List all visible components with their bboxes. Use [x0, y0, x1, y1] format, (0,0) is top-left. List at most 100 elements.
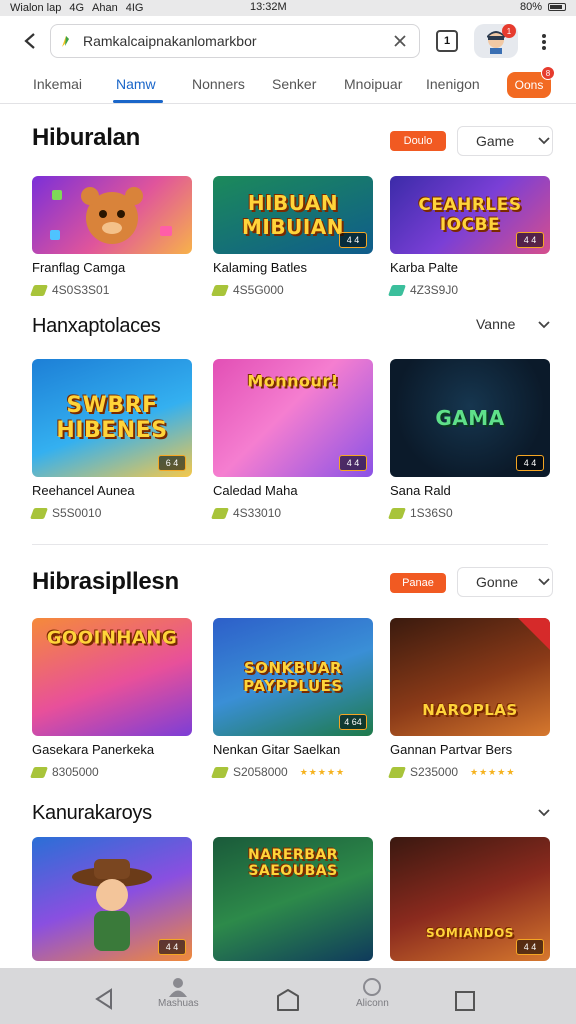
game-card[interactable]: NARERBAR SAEOUBAS — [213, 837, 373, 961]
game-thumbnail: GOOINHANG — [32, 618, 192, 736]
thumbnail-title: GOOINHANG — [46, 627, 178, 649]
address-bar[interactable]: Ramkalcaipnakanlomarkbor — [50, 24, 420, 58]
browser-toolbar: Ramkalcaipnakanlomarkbor 1 1 — [0, 16, 576, 66]
game-card[interactable]: SWBRF HIBENES 6 4 Reehancel Aunea S5S001… — [29, 359, 192, 520]
section-pill[interactable]: Doulo — [390, 131, 446, 151]
section-title-hiburalan: Hiburalan — [32, 124, 140, 151]
thumbnail-badge: 4 4 — [516, 939, 544, 955]
tabs-button[interactable]: 1 — [436, 30, 458, 52]
game-meta: S2058000 ★★★★★ — [210, 765, 373, 779]
category-tabs: Inkemai Namw Nonners Senker Mnoipuar Ine… — [0, 66, 576, 104]
battery-percent: 80% — [519, 1, 542, 13]
tab-nonners[interactable]: Nonners — [192, 76, 245, 92]
thumbnail-badge: 4 4 — [158, 939, 186, 955]
thumbnail-title: SOMIANDOS — [426, 926, 514, 940]
game-meta: 4S33010 — [210, 506, 373, 520]
tab-senker[interactable]: Senker — [272, 76, 316, 92]
gem-icon — [387, 284, 407, 296]
rating-stars: ★★★★★ — [299, 766, 346, 777]
game-thumbnail: SOMIANDOS 4 4 — [390, 837, 550, 961]
home-icon — [277, 989, 299, 1011]
game-card[interactable]: SOMIANDOS 4 4 — [390, 837, 550, 961]
game-thumbnail — [32, 176, 192, 254]
game-card[interactable]: CEAHRLES IOCBE 4 4 Karba Palte 4Z3S9J0 — [387, 176, 550, 297]
game-card[interactable]: 4 4 — [32, 837, 192, 961]
game-name: Nenkan Gitar Saelkan — [213, 742, 341, 757]
avatar[interactable]: 1 — [474, 24, 518, 58]
game-card[interactable]: GOOINHANG Gasekara Panerkeka 8305000 — [29, 618, 192, 779]
game-card[interactable]: HIBUAN MIBUIAN 4 4 Kalaming Batles 4S5G0… — [210, 176, 373, 297]
gem-icon — [210, 766, 230, 778]
nav-recents-button[interactable] — [454, 990, 476, 1012]
signal-text: 4IG — [125, 2, 144, 14]
chevron-down-icon[interactable] — [536, 805, 552, 821]
game-meta: 1S36S0 — [387, 506, 550, 520]
gem-icon — [387, 766, 407, 778]
thumbnail-badge: 4 4 — [339, 455, 367, 471]
url-text[interactable]: Ramkalcaipnakanlomarkbor — [83, 33, 389, 49]
game-card[interactable]: Monnour! 4 4 Caledad Maha 4S33010 — [210, 359, 373, 520]
rating-stars: ★★★★★ — [470, 766, 516, 777]
clear-url-button[interactable] — [389, 30, 411, 52]
tab-namw[interactable]: Namw — [116, 76, 156, 92]
system-nav-bar: Mashuas Aliconn — [0, 968, 576, 1024]
nav-home-button[interactable] — [276, 988, 300, 1012]
bear-mascot-icon — [50, 187, 172, 244]
nav-label: Mashuas — [158, 998, 199, 1009]
section-title-kanurakaroys: Kanurakaroys — [32, 802, 152, 824]
game-card[interactable]: NAROPLAS Gannan Partvar Bers S235000 ★★★★… — [387, 618, 550, 779]
game-name: Kalaming Batles — [213, 260, 307, 275]
nav-back-button[interactable] — [94, 988, 114, 1010]
thumbnail-title: SONKBUAR PAYPPLUES — [243, 659, 343, 695]
game-meta: S5S0010 — [29, 506, 192, 520]
section-divider — [32, 544, 548, 545]
more-menu-button[interactable] — [532, 30, 556, 54]
network-text: 4G — [69, 2, 85, 14]
chevron-down-icon — [538, 578, 550, 586]
section-pill[interactable]: Panae — [390, 573, 446, 593]
nav-aliconn[interactable]: Aliconn — [356, 976, 389, 1009]
game-card[interactable]: GAMA 4 4 Sana Rald 1S36S0 — [387, 359, 550, 520]
game-count: 4S33010 — [233, 506, 282, 520]
thumbnail-badge: 6 4 — [158, 455, 186, 471]
dropdown-value: Game — [476, 133, 515, 149]
game-card[interactable]: Franflag Camga 4S0S3S01 — [29, 176, 192, 297]
thumbnail-title: CEAHRLES IOCBE — [418, 195, 522, 235]
gem-icon — [29, 766, 49, 778]
back-button[interactable] — [12, 23, 48, 59]
thumbnail-badge: 4 64 — [339, 714, 367, 730]
game-thumbnail: SWBRF HIBENES 6 4 — [32, 359, 192, 477]
thumbnail-title: GAMA — [435, 406, 505, 430]
tab-mnoipuar[interactable]: Mnoipuar — [344, 76, 402, 92]
thumbnail-title: NAROPLAS — [422, 701, 518, 719]
thumbnail-badge: 4 4 — [339, 232, 367, 248]
game-count: S2058000 — [233, 765, 288, 779]
tab-inenigon[interactable]: Inenigon — [426, 76, 480, 92]
section-title-hibrasipllesn: Hibrasipllesn — [32, 568, 179, 595]
game-meta: 4S0S3S01 — [29, 283, 192, 297]
game-name: Reehancel Aunea — [32, 483, 135, 498]
carrier-text: Wialon lap — [10, 2, 62, 14]
tab-cta-button[interactable]: Oons 8 — [507, 66, 555, 98]
chevron-down-icon — [538, 137, 550, 145]
chevron-down-icon — [538, 321, 550, 329]
thumbnail-title: Monnour! — [247, 371, 339, 391]
corner-ribbon-icon — [518, 618, 550, 650]
active-tab-indicator — [113, 100, 163, 103]
game-name: Karba Palte — [390, 260, 458, 275]
game-thumbnail: SONKBUAR PAYPPLUES 4 64 — [213, 618, 373, 736]
close-icon — [394, 35, 406, 47]
game-count: 1S36S0 — [410, 506, 453, 520]
game-thumbnail: HIBUAN MIBUIAN 4 4 — [213, 176, 373, 254]
game-count: 8305000 — [52, 765, 99, 779]
game-meta: S235000 ★★★★★ — [387, 765, 550, 779]
thumbnail-badge: 4 4 — [516, 232, 544, 248]
status-bar: Wialon lap 4G Ahan 4IG 13:32M 80% — [0, 0, 576, 16]
nav-mashuas[interactable]: Mashuas — [158, 976, 199, 1009]
tab-cta-label: Oons — [514, 78, 544, 92]
game-card[interactable]: SONKBUAR PAYPPLUES 4 64 Nenkan Gitar Sae… — [210, 618, 373, 779]
game-thumbnail: NAROPLAS — [390, 618, 550, 736]
game-count: S235000 — [410, 765, 459, 779]
tab-inkemai[interactable]: Inkemai — [33, 76, 82, 92]
person-icon — [169, 978, 188, 997]
